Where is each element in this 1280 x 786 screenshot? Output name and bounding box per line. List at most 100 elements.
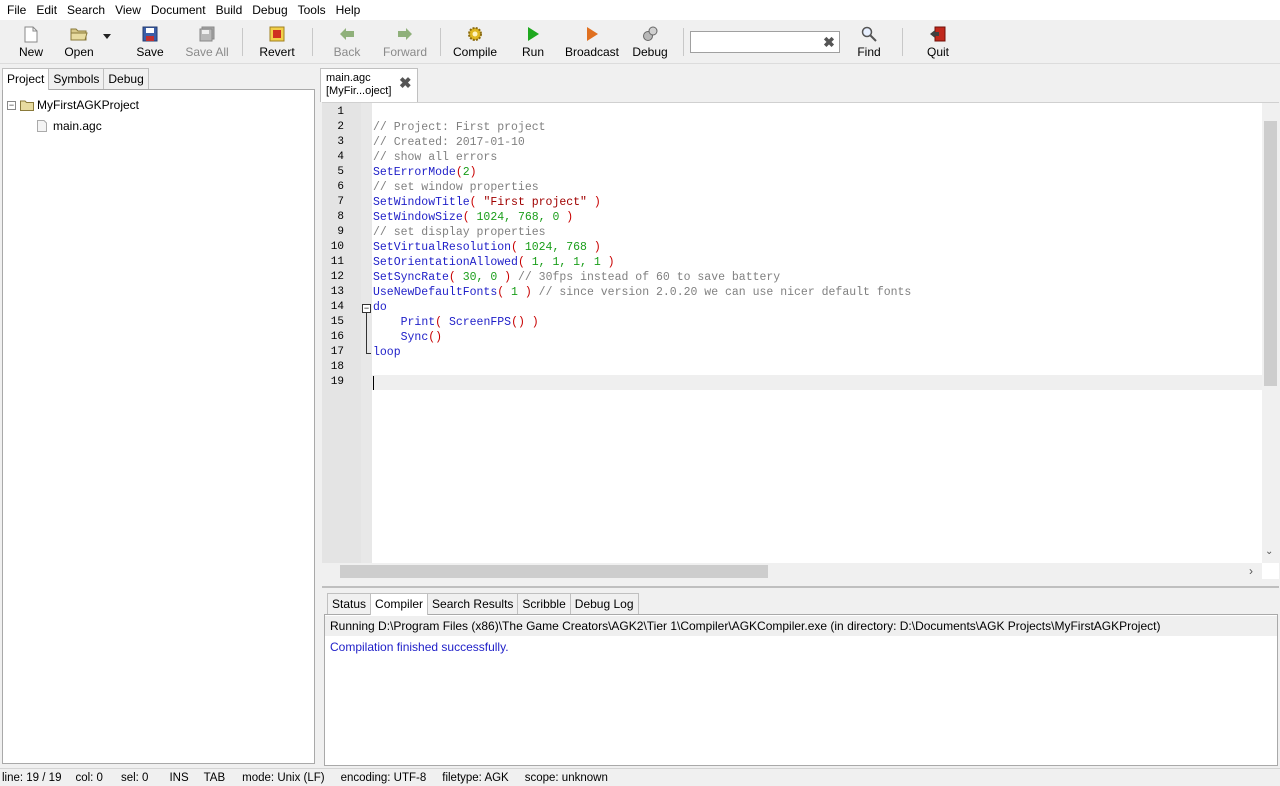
horizontal-scrollbar[interactable]: ›: [322, 563, 1262, 580]
open-dropdown-button[interactable]: [101, 34, 113, 72]
run-button[interactable]: Run: [520, 23, 546, 61]
project-name: MyFirstAGKProject: [37, 98, 140, 112]
play-icon: [524, 25, 542, 43]
message-window: Status Compiler Search Results Scribble …: [322, 586, 1279, 766]
menu-edit[interactable]: Edit: [31, 0, 62, 20]
forward-button[interactable]: Forward: [383, 23, 427, 61]
compiler-result-line: Compilation finished successfully.: [330, 640, 509, 654]
save-all-label: Save All: [185, 45, 229, 59]
line-number: 14: [330, 301, 344, 313]
code-line: // Created: 2017-01-10: [373, 136, 525, 149]
new-button[interactable]: New: [18, 23, 44, 61]
code-line: SetWindowTitle( "First project" ): [373, 196, 601, 209]
menu-tools[interactable]: Tools: [293, 0, 331, 20]
save-label: Save: [136, 45, 164, 59]
revert-label: Revert: [259, 45, 295, 59]
line-number: 10: [330, 241, 344, 253]
line-number: 8: [337, 211, 344, 223]
toolbar: New Open Save Save All Revert Back Forwa…: [0, 20, 1280, 64]
status-encoding: encoding: UTF-8: [340, 771, 427, 784]
vertical-scroll-thumb[interactable]: [1264, 121, 1277, 386]
tree-item-file[interactable]: main.agc: [37, 117, 102, 135]
open-button[interactable]: Open: [62, 23, 96, 61]
magnifier-icon: [860, 25, 878, 43]
line-number: 18: [330, 361, 344, 373]
revert-button[interactable]: Revert: [259, 23, 295, 61]
new-file-icon: [22, 25, 40, 43]
status-scope: scope: unknown: [524, 771, 608, 784]
line-number: 2: [337, 121, 344, 133]
forward-arrow-icon: [396, 25, 414, 43]
status-line: line: 19 / 19: [2, 771, 62, 784]
clear-icon[interactable]: ✖: [822, 34, 836, 50]
horizontal-scroll-thumb[interactable]: [340, 565, 768, 578]
back-button[interactable]: Back: [332, 23, 362, 61]
line-number: 9: [337, 226, 344, 238]
code-line: loop: [373, 346, 401, 359]
toolbar-separator: [683, 28, 684, 56]
find-button[interactable]: Find: [855, 23, 883, 61]
code-line: do: [373, 301, 387, 314]
save-all-icon: [198, 25, 216, 43]
tab-symbols[interactable]: Symbols: [48, 68, 105, 89]
menu-document[interactable]: Document: [146, 0, 211, 20]
find-label: Find: [857, 45, 881, 59]
search-input[interactable]: [691, 32, 819, 52]
scroll-down-icon[interactable]: ⌄: [1265, 546, 1273, 557]
tab-compiler[interactable]: Compiler: [370, 593, 429, 615]
gear-icon: [466, 25, 484, 43]
tab-debug-log[interactable]: Debug Log: [569, 593, 639, 614]
compile-label: Compile: [452, 45, 497, 59]
status-bar: line: 19 / 19 col: 0 sel: 0 INS TAB mode…: [0, 768, 1280, 786]
debug-label: Debug: [632, 45, 668, 59]
save-button[interactable]: Save: [136, 23, 164, 61]
search-box: ✖: [690, 31, 840, 53]
status-filetype: filetype: AGK: [442, 771, 509, 784]
current-line-highlight: [372, 375, 1262, 390]
scroll-right-icon[interactable]: ›: [1249, 564, 1253, 578]
code-line: // Project: First project: [373, 121, 546, 134]
menu-build[interactable]: Build: [211, 0, 248, 20]
save-all-button[interactable]: Save All: [185, 23, 229, 61]
sidebar-tabs: Project Symbols Debug: [2, 68, 149, 90]
debug-button[interactable]: Debug: [631, 23, 669, 61]
save-icon: [141, 25, 159, 43]
status-tab: TAB: [203, 771, 226, 784]
menu-debug[interactable]: Debug: [247, 0, 292, 20]
menu-view[interactable]: View: [110, 0, 146, 20]
document-tab[interactable]: main.agc [MyFir...oject] ✖: [320, 68, 418, 102]
open-label: Open: [64, 45, 94, 59]
code-line: Sync(): [400, 331, 443, 344]
line-number: 16: [330, 331, 344, 343]
line-number: 19: [330, 376, 344, 388]
line-number: 5: [337, 166, 344, 178]
collapse-toggle-icon[interactable]: −: [7, 100, 16, 110]
project-tree: − MyFirstAGKProject main.agc: [2, 89, 315, 764]
debug-icon: [641, 25, 659, 43]
vertical-scrollbar[interactable]: ⌄: [1262, 103, 1279, 563]
code-editor[interactable]: − 1 2 3 4 5 6 7 8 9 10 11 12 13 14 15 16…: [322, 102, 1279, 580]
new-label: New: [18, 45, 43, 59]
tab-status[interactable]: Status: [327, 593, 372, 614]
tab-debug[interactable]: Debug: [103, 68, 149, 89]
run-label: Run: [521, 45, 544, 59]
menu-file[interactable]: File: [2, 0, 31, 20]
menu-bar: File Edit Search View Document Build Deb…: [0, 0, 1280, 20]
menu-help[interactable]: Help: [331, 0, 366, 20]
status-mode: mode: Unix (LF): [242, 771, 325, 784]
compile-button[interactable]: Compile: [452, 23, 498, 61]
tab-search-results[interactable]: Search Results: [427, 593, 519, 614]
close-tab-icon[interactable]: ✖: [399, 76, 412, 91]
quit-button[interactable]: Quit: [924, 23, 952, 61]
menu-search[interactable]: Search: [62, 0, 110, 20]
tab-scribble[interactable]: Scribble: [517, 593, 571, 614]
tree-item-project[interactable]: − MyFirstAGKProject: [7, 96, 139, 114]
broadcast-button[interactable]: Broadcast: [564, 23, 620, 61]
back-arrow-icon: [338, 25, 356, 43]
fold-toggle-icon[interactable]: −: [362, 304, 371, 313]
tab-project[interactable]: Project: [2, 68, 50, 90]
line-number: 6: [337, 181, 344, 193]
folder-icon: [20, 100, 34, 111]
broadcast-label: Broadcast: [564, 45, 620, 59]
file-icon: [37, 120, 47, 132]
